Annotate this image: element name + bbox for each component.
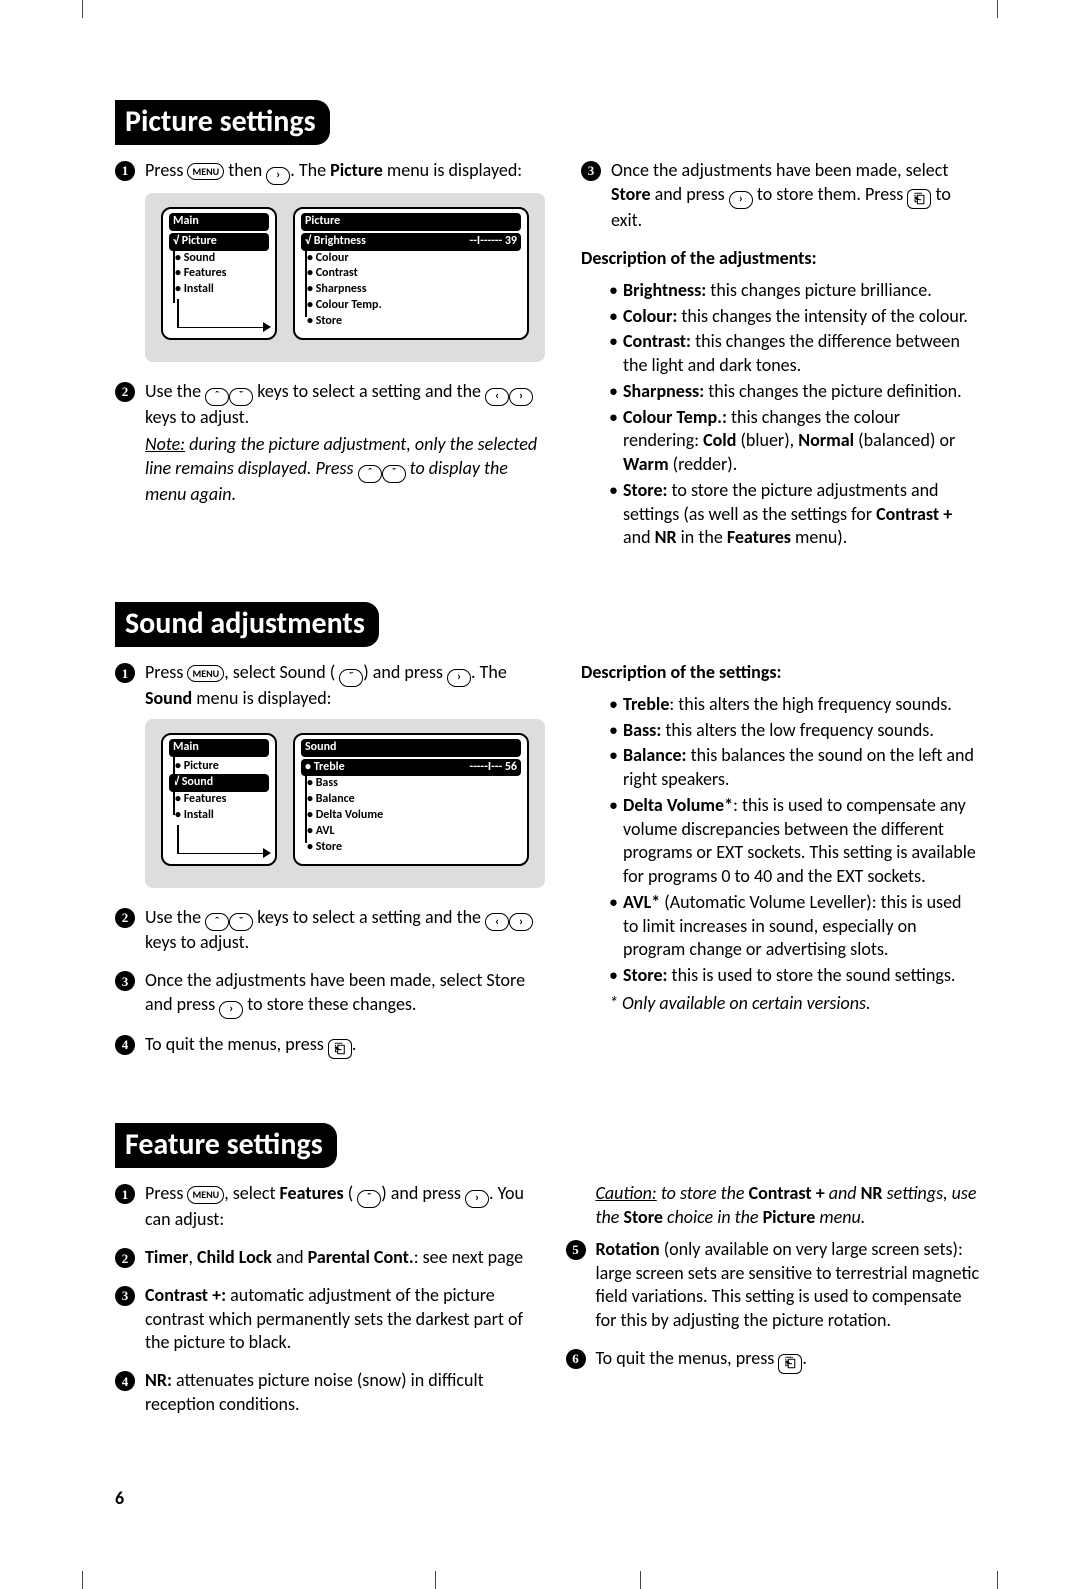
features-col-right: Caution: to store the Contrast + and NR … — [566, 1178, 981, 1430]
picture-osd: Main √ Picture • Sound • Features • Inst… — [145, 193, 545, 362]
section-feature-settings: Feature settings 1 Press MENU, select Fe… — [115, 1123, 980, 1430]
sound-col-left: 1 Press MENU, select Sound ( ˇ) and pres… — [115, 657, 545, 1073]
features-step-4: 4 NR: attenuates picture noise (snow) in… — [115, 1369, 530, 1417]
sound-desc-heading: Description of the settings: — [581, 661, 782, 683]
exit-key-icon: ⎗ — [907, 189, 931, 209]
sound-osd: Main • Picture √ Sound • Features • Inst… — [145, 719, 545, 888]
sound-desc-list: Treble: this alters the high frequency s… — [581, 693, 980, 988]
crop-mark — [997, 0, 998, 18]
down-key-icon: ˇ — [382, 465, 406, 483]
exit-key-icon: ⎗ — [328, 1039, 352, 1059]
heading-feature-settings: Feature settings — [115, 1123, 337, 1168]
features-step-2: 2 Timer, Child Lock and Parental Cont.: … — [115, 1246, 530, 1270]
section-sound-adjustments: Sound adjustments 1 Press MENU, select S… — [115, 602, 980, 1073]
features-caution: Caution: to store the Contrast + and NR … — [566, 1182, 981, 1230]
heading-sound-adjustments: Sound adjustments — [115, 602, 379, 647]
up-key-icon: ˆ — [358, 465, 382, 483]
picture-col-right: 3 Once the adjustments have been made, s… — [581, 155, 980, 552]
picture-step-2: 2 Use the ˆˇ keys to select a setting an… — [115, 380, 545, 507]
up-key-icon: ˆ — [205, 388, 229, 406]
crop-mark — [82, 0, 83, 18]
right-key-icon: › — [266, 167, 290, 185]
osd-main-panel: Main • Picture √ Sound • Features • Inst… — [161, 733, 277, 866]
features-step-1: 1 Press MENU, select Features ( ˇ) and p… — [115, 1182, 530, 1232]
right-key-icon: › — [447, 669, 471, 687]
picture-step-1: 1 Press MENU then ›. The Picture menu is… — [115, 159, 545, 362]
right-key-icon: › — [509, 388, 533, 406]
sound-step-2: 2 Use the ˆˇ keys to select a setting an… — [115, 906, 545, 956]
features-step-5: 5 Rotation (only available on very large… — [566, 1238, 981, 1333]
down-key-icon: ˇ — [229, 388, 253, 406]
page-number: 6 — [115, 1487, 124, 1509]
menu-key-icon: MENU — [187, 1186, 224, 1203]
osd-sub-panel: Picture √ Brightness --I------ 39 • Colo… — [293, 207, 529, 340]
crop-mark — [997, 1571, 998, 1589]
down-key-icon: ˇ — [339, 669, 363, 687]
right-key-icon: › — [219, 1001, 243, 1019]
exit-key-icon: ⎗ — [778, 1354, 802, 1374]
right-key-icon: › — [465, 1190, 489, 1208]
down-key-icon: ˇ — [229, 913, 253, 931]
osd-sub-panel: Sound • Treble -----I--- 56 • Bass • Bal… — [293, 733, 529, 866]
features-step-3: 3 Contrast +: automatic adjustment of th… — [115, 1284, 530, 1355]
crop-mark — [640, 1571, 641, 1589]
osd-main-panel: Main √ Picture • Sound • Features • Inst… — [161, 207, 277, 340]
picture-col-left: 1 Press MENU then ›. The Picture menu is… — [115, 155, 545, 552]
right-key-icon: › — [509, 913, 533, 931]
down-key-icon: ˇ — [357, 1190, 381, 1208]
left-key-icon: ‹ — [485, 388, 509, 406]
picture-desc-list: Brightness: this changes picture brillia… — [581, 279, 980, 550]
picture-note: Note: during the picture adjustment, onl… — [145, 433, 545, 506]
heading-picture-settings: Picture settings — [115, 100, 330, 145]
picture-step-3: 3 Once the adjustments have been made, s… — [581, 159, 980, 233]
crop-mark — [435, 1571, 436, 1589]
menu-key-icon: MENU — [187, 665, 224, 682]
crop-mark — [82, 1571, 83, 1589]
section-picture-settings: Picture settings 1 Press MENU then ›. Th… — [115, 100, 980, 552]
sound-step-4: 4 To quit the menus, press ⎗. — [115, 1033, 545, 1060]
sound-step-3: 3 Once the adjustments have been made, s… — [115, 969, 545, 1019]
left-key-icon: ‹ — [485, 913, 509, 931]
up-key-icon: ˆ — [205, 913, 229, 931]
sound-step-1: 1 Press MENU, select Sound ( ˇ) and pres… — [115, 661, 545, 887]
right-key-icon: › — [729, 191, 753, 209]
menu-key-icon: MENU — [187, 163, 224, 180]
features-step-6: 6 To quit the menus, press ⎗. — [566, 1347, 981, 1374]
sound-col-right: Description of the settings: Treble: thi… — [581, 657, 980, 1073]
sound-footnote: * Only available on certain versions. — [581, 992, 980, 1016]
picture-desc-heading: Description of the adjustments: — [581, 247, 817, 269]
features-col-left: 1 Press MENU, select Features ( ˇ) and p… — [115, 1178, 530, 1430]
